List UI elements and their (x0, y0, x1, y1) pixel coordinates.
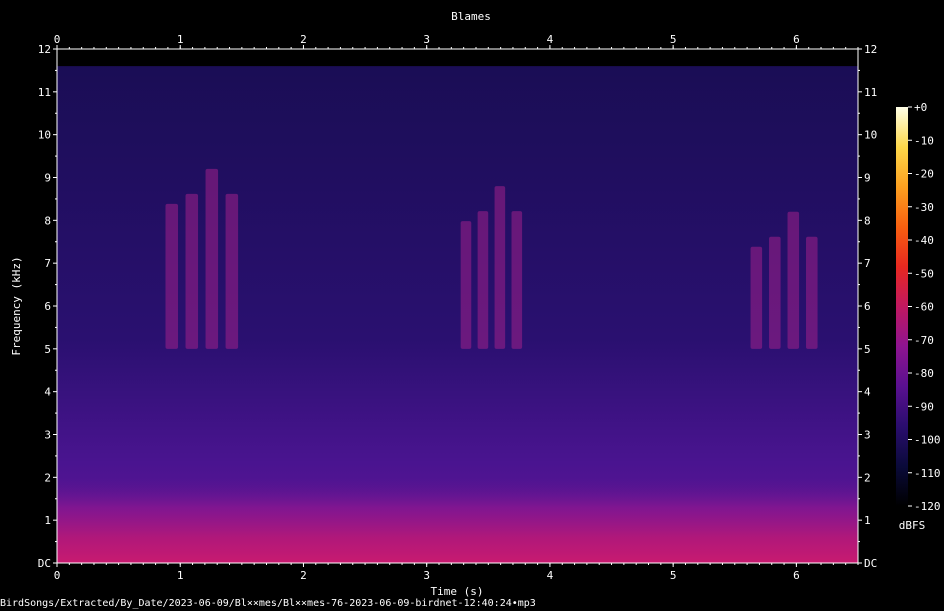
colorbar-tick-label: -30 (914, 201, 934, 214)
y-tick-label: 11 (864, 86, 877, 99)
colorbar-tick-label: +0 (914, 101, 927, 114)
x-tick-label: 2 (300, 569, 307, 582)
y-tick-label: 2 (864, 471, 871, 484)
y-tick-label: DC (38, 557, 51, 570)
y-tick-label: 7 (864, 257, 871, 270)
y-tick-label: 9 (44, 172, 51, 185)
colorbar-unit: dBFS (899, 519, 926, 532)
chart-title: Blames (451, 10, 491, 23)
colorbar (896, 107, 908, 506)
y-tick-label: 8 (44, 214, 51, 227)
y-tick-label: 6 (864, 300, 871, 313)
call-streak (477, 211, 489, 349)
y-tick-label: 10 (864, 129, 877, 142)
x-tick-label: 5 (670, 33, 677, 46)
plot-area (56, 48, 859, 564)
call-streak (787, 211, 800, 349)
colorbar-tick-label: -80 (914, 367, 934, 380)
y-tick-label: 6 (44, 300, 51, 313)
call-streak (225, 193, 239, 349)
colorbar-tick-label: -90 (914, 400, 934, 413)
x-tick-label: 0 (54, 569, 61, 582)
call-streak (185, 193, 199, 349)
x-tick-label: 3 (423, 569, 430, 582)
call-streak (205, 168, 219, 349)
y-tick-label: 8 (864, 214, 871, 227)
x-tick-label: 0 (54, 33, 61, 46)
y-tick-label: 5 (44, 343, 51, 356)
call-streak (769, 236, 781, 349)
y-tick-label: 2 (44, 471, 51, 484)
x-tick-label: 4 (547, 569, 554, 582)
call-streak (165, 203, 179, 349)
call-streak (460, 221, 472, 349)
colorbar-tick-label: -100 (914, 434, 941, 447)
x-tick-label: 2 (300, 33, 307, 46)
colorbar-tick-label: -20 (914, 168, 934, 181)
colorbar-tick-label: -70 (914, 334, 934, 347)
y-tick-label: 1 (864, 514, 871, 527)
y-tick-label: 10 (38, 129, 51, 142)
call-streak (806, 236, 818, 349)
colorbar-tick-label: -40 (914, 234, 934, 247)
y-tick-label: 1 (44, 514, 51, 527)
call-streak (494, 186, 506, 349)
y-tick-label: 5 (864, 343, 871, 356)
y-axis-label: Frequency (kHz) (10, 256, 23, 355)
y-tick-label: 3 (44, 429, 51, 442)
x-tick-label: 6 (793, 569, 800, 582)
x-tick-label: 1 (177, 569, 184, 582)
x-tick-label: 3 (423, 33, 430, 46)
y-tick-label: DC (864, 557, 877, 570)
y-tick-label: 11 (38, 86, 51, 99)
x-tick-label: 4 (547, 33, 554, 46)
x-tick-label: 5 (670, 569, 677, 582)
y-tick-label: 7 (44, 257, 51, 270)
call-streak (750, 246, 763, 349)
call-streak (511, 211, 523, 349)
x-axis-label: Time (s) (431, 585, 484, 598)
y-tick-label: 4 (864, 386, 871, 399)
colorbar-tick-label: -50 (914, 267, 934, 280)
colorbar-tick-label: -10 (914, 134, 934, 147)
y-tick-label: 9 (864, 172, 871, 185)
y-tick-label: 4 (44, 386, 51, 399)
file-path: BirdSongs/Extracted/By_Date/2023-06-09/B… (0, 598, 536, 609)
colorbar-tick-label: -120 (914, 500, 941, 513)
y-tick-label: 12 (38, 43, 51, 56)
x-tick-label: 6 (793, 33, 800, 46)
y-tick-label: 12 (864, 43, 877, 56)
low-frequency-band (57, 477, 858, 563)
colorbar-tick-label: -110 (914, 467, 941, 480)
colorbar-tick-label: -60 (914, 301, 934, 314)
spectrogram-chart: Blames 0123456 0123456 DC123456789101112… (0, 0, 944, 611)
x-tick-label: 1 (177, 33, 184, 46)
y-tick-label: 3 (864, 429, 871, 442)
